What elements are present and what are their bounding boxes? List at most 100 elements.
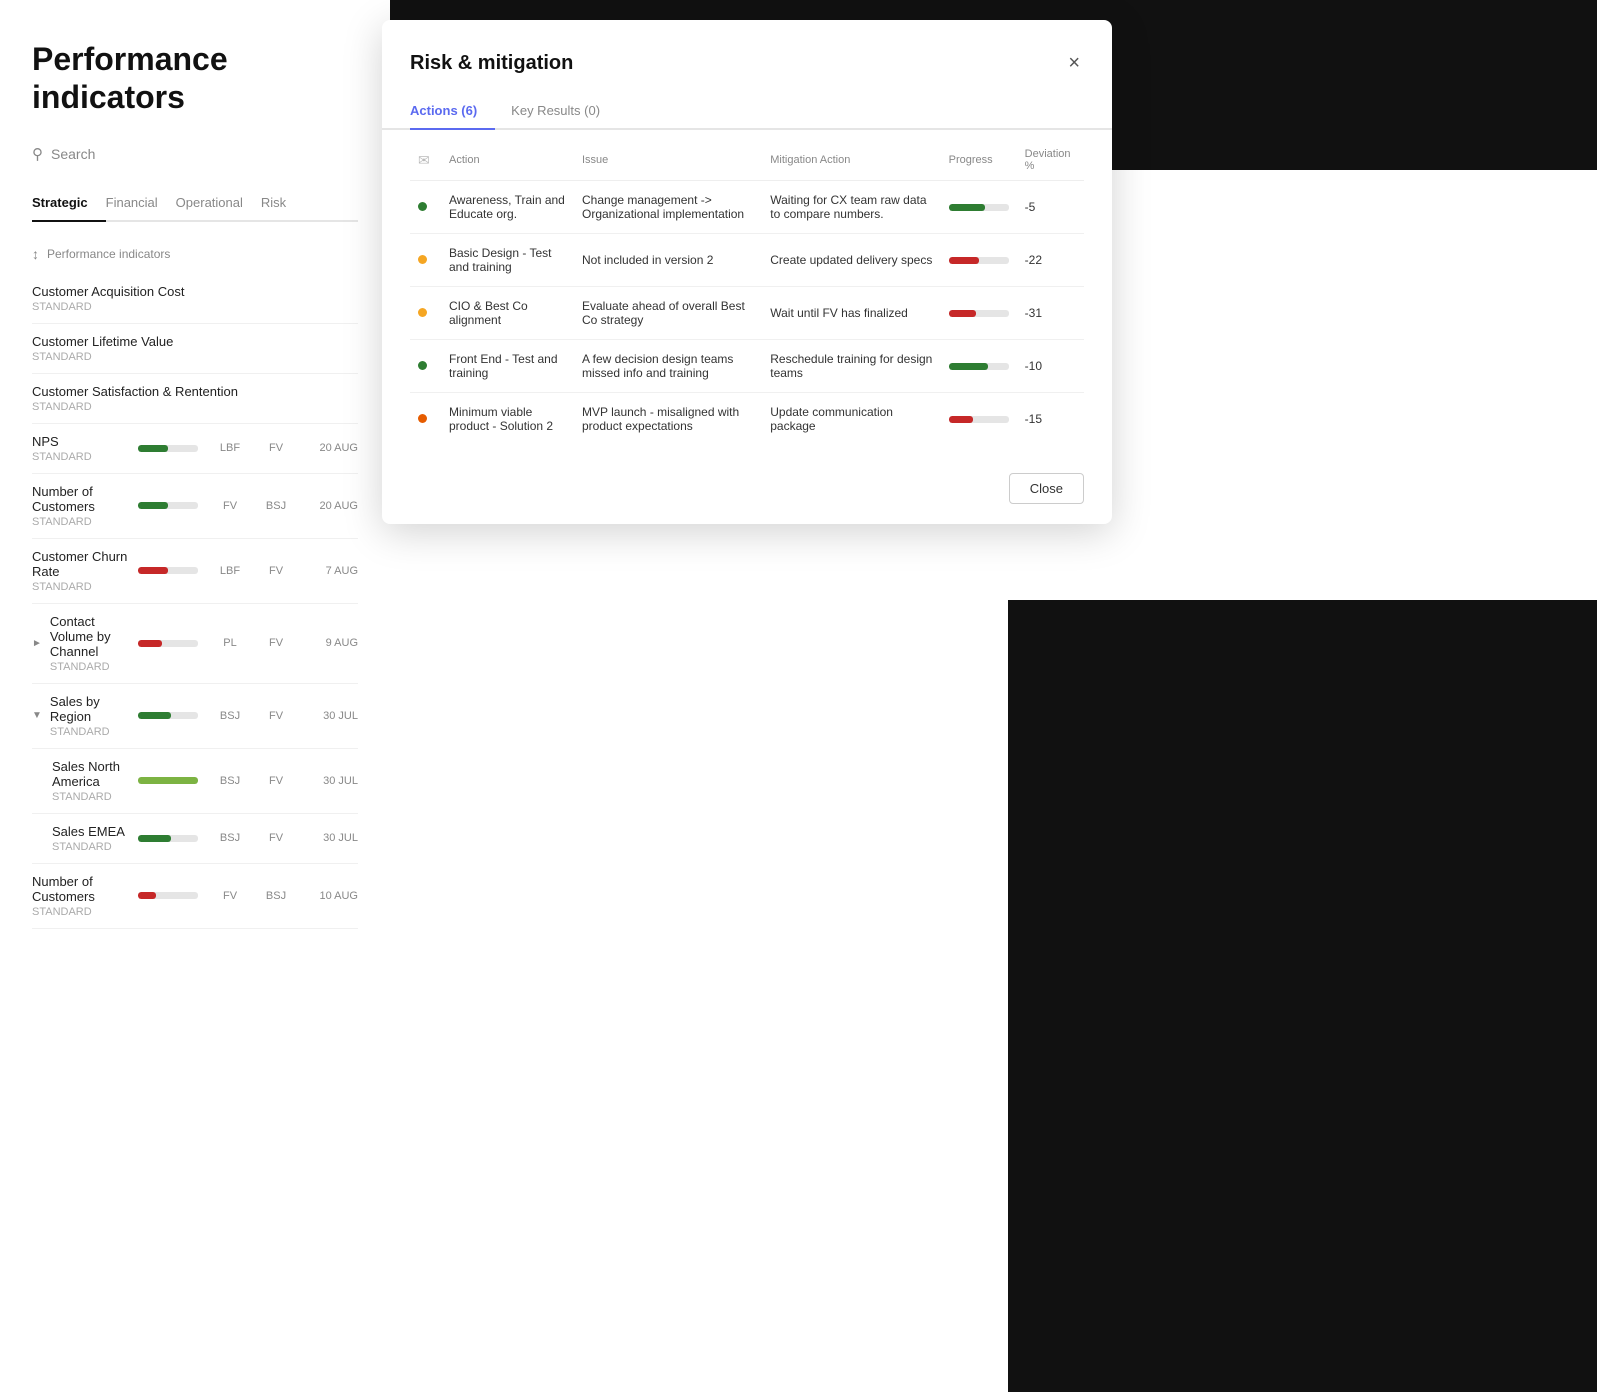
assignee2: FV: [262, 442, 290, 454]
progress-bar: [138, 567, 198, 574]
pi-type: STANDARD: [32, 401, 358, 413]
list-item[interactable]: Customer Acquisition Cost STANDARD: [32, 274, 358, 324]
list-item[interactable]: NPS STANDARD LBF FV 20 AUG: [32, 424, 358, 474]
date: 7 AUG: [308, 565, 358, 577]
pi-name: Number of Customers: [32, 874, 138, 904]
list-item[interactable]: Customer Churn Rate STANDARD LBF FV 7 AU…: [32, 539, 358, 604]
date: 9 AUG: [308, 637, 358, 649]
search-bar[interactable]: ⚲ Search: [32, 145, 358, 163]
expand-icon: ►: [32, 638, 42, 649]
dot-cell: [410, 393, 441, 446]
date: 10 AUG: [308, 890, 358, 902]
progress-bar: [138, 835, 198, 842]
pi-name: Sales by Region: [50, 694, 138, 724]
assignee1: LBF: [216, 442, 244, 454]
mitigation-cell: Waiting for CX team raw data to compare …: [762, 181, 940, 234]
modal-tab-keyresults[interactable]: Key Results (0): [511, 95, 618, 130]
progress-cell: [941, 393, 1017, 446]
modal-title: Risk & mitigation: [410, 52, 573, 75]
pi-name: Contact Volume by Channel: [50, 614, 138, 659]
date: 30 JUL: [308, 832, 358, 844]
tab-operational[interactable]: Operational: [176, 187, 261, 222]
pi-name: Customer Churn Rate: [32, 549, 138, 579]
pi-type: STANDARD: [32, 581, 138, 593]
list-item[interactable]: Number of Customers STANDARD FV BSJ 10 A…: [32, 864, 358, 929]
mitigation-cell: Reschedule training for design teams: [762, 340, 940, 393]
list-item[interactable]: ► Contact Volume by Channel STANDARD PL …: [32, 604, 358, 684]
date: 30 JUL: [308, 710, 358, 722]
search-icon: ⚲: [32, 145, 43, 163]
date: 30 JUL: [308, 775, 358, 787]
pi-list: Customer Acquisition Cost STANDARD Custo…: [32, 274, 358, 929]
list-item[interactable]: Number of Customers STANDARD FV BSJ 20 A…: [32, 474, 358, 539]
issue-cell: Not included in version 2: [574, 234, 762, 287]
dot-cell: [410, 234, 441, 287]
pi-type: STANDARD: [50, 661, 138, 673]
table-row: Front End - Test and training A few deci…: [410, 340, 1084, 393]
assignee2: FV: [262, 710, 290, 722]
tab-strategic[interactable]: Strategic: [32, 187, 106, 222]
status-dot: [418, 202, 427, 211]
list-item[interactable]: ▼ Sales by Region STANDARD BSJ FV 30 JUL: [32, 684, 358, 749]
message-icon: ✉: [418, 152, 430, 168]
pi-name: Number of Customers: [32, 484, 138, 514]
tab-financial[interactable]: Financial: [106, 187, 176, 222]
deviation-cell: -22: [1017, 234, 1084, 287]
modal-close-button[interactable]: ×: [1064, 48, 1084, 79]
sort-label: Performance indicators: [47, 247, 170, 261]
pi-name: Customer Satisfaction & Rentention: [32, 384, 358, 399]
date: 20 AUG: [308, 442, 358, 454]
list-item[interactable]: Customer Satisfaction & Rentention STAND…: [32, 374, 358, 424]
progress-bar: [138, 892, 198, 899]
issue-cell: Change management -> Organizational impl…: [574, 181, 762, 234]
list-item[interactable]: Customer Lifetime Value STANDARD: [32, 324, 358, 374]
close-footer-button[interactable]: Close: [1009, 473, 1084, 504]
assignee1: FV: [216, 500, 244, 512]
pi-name: Sales North America: [52, 759, 138, 789]
pi-name: NPS: [32, 434, 138, 449]
table-row: Basic Design - Test and training Not inc…: [410, 234, 1084, 287]
actions-table: ✉ Action Issue Mitigation Action Progres…: [410, 138, 1084, 445]
modal-tabs: Actions (6) Key Results (0): [382, 95, 1112, 130]
page-title: Performance indicators: [32, 40, 358, 117]
pi-type: STANDARD: [52, 791, 138, 803]
deviation-cell: -5: [1017, 181, 1084, 234]
modal-tab-actions[interactable]: Actions (6): [410, 95, 495, 130]
tab-risk[interactable]: Risk: [261, 187, 304, 222]
progress-cell: [941, 287, 1017, 340]
list-item[interactable]: Sales EMEA STANDARD BSJ FV 30 JUL: [32, 814, 358, 864]
action-cell: CIO & Best Co alignment: [441, 287, 574, 340]
pi-type: STANDARD: [32, 351, 358, 363]
modal-header: Risk & mitigation ×: [382, 20, 1112, 79]
dot-cell: [410, 287, 441, 340]
progress-cell: [941, 234, 1017, 287]
assignee1: LBF: [216, 565, 244, 577]
mitigation-cell: Wait until FV has finalized: [762, 287, 940, 340]
search-label: Search: [51, 146, 95, 162]
dot-cell: [410, 181, 441, 234]
pi-type: STANDARD: [32, 906, 138, 918]
action-cell: Minimum viable product - Solution 2: [441, 393, 574, 446]
assignee2: FV: [262, 565, 290, 577]
sort-icon: ↕: [32, 246, 39, 262]
assignee2: FV: [262, 775, 290, 787]
deviation-cell: -10: [1017, 340, 1084, 393]
action-cell: Front End - Test and training: [441, 340, 574, 393]
nav-tabs: Strategic Financial Operational Risk: [32, 187, 358, 222]
col-msg: ✉: [410, 138, 441, 181]
pi-name: Customer Lifetime Value: [32, 334, 358, 349]
assignee1: BSJ: [216, 775, 244, 787]
sort-row: ↕ Performance indicators: [32, 246, 358, 262]
dot-cell: [410, 340, 441, 393]
assignee2: BSJ: [262, 500, 290, 512]
col-mitigation: Mitigation Action: [762, 138, 940, 181]
progress-bar: [138, 502, 198, 509]
progress-bar: [138, 445, 198, 452]
list-item[interactable]: Sales North America STANDARD BSJ FV 30 J…: [32, 749, 358, 814]
pi-type: STANDARD: [32, 451, 138, 463]
assignee2: FV: [262, 832, 290, 844]
col-action: Action: [441, 138, 574, 181]
assignee2: FV: [262, 637, 290, 649]
assignee2: BSJ: [262, 890, 290, 902]
status-dot: [418, 414, 427, 423]
